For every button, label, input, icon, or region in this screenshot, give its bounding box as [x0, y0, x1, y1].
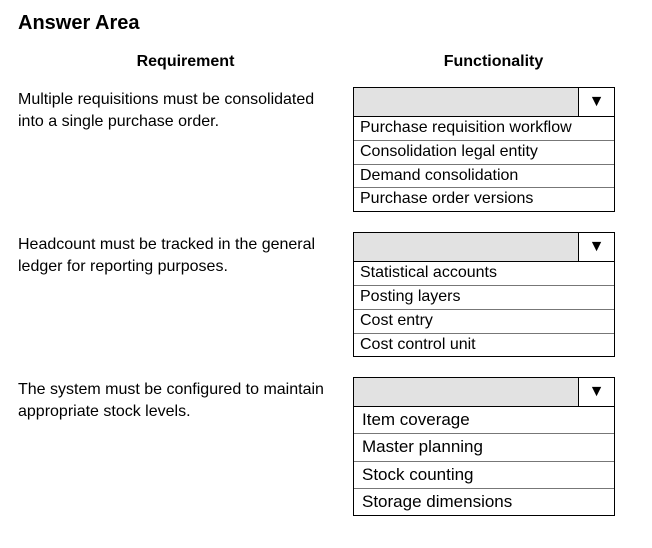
requirement-text: The system must be configured to maintai… [18, 377, 353, 422]
dropdown-select[interactable]: ▼ [353, 232, 615, 262]
requirement-text: Headcount must be tracked in the general… [18, 232, 353, 277]
dropdown-option[interactable]: Cost entry [354, 310, 614, 334]
dropdown-option[interactable]: Stock counting [354, 462, 614, 489]
dropdown-select[interactable]: ▼ [353, 377, 615, 407]
dropdown-select[interactable]: ▼ [353, 87, 615, 117]
functionality-block: ▼ Statistical accounts Posting layers Co… [353, 232, 615, 357]
header-functionality: Functionality [353, 53, 634, 71]
dropdown-value [354, 233, 578, 261]
dropdown-option[interactable]: Purchase order versions [354, 188, 614, 211]
chevron-down-icon: ▼ [578, 88, 614, 116]
dropdown-option[interactable]: Consolidation legal entity [354, 141, 614, 165]
dropdown-options: Statistical accounts Posting layers Cost… [353, 262, 615, 357]
qa-row: Multiple requisitions must be consolidat… [18, 87, 634, 212]
qa-row: Headcount must be tracked in the general… [18, 232, 634, 357]
dropdown-value [354, 88, 578, 116]
functionality-block: ▼ Item coverage Master planning Stock co… [353, 377, 615, 515]
chevron-down-icon: ▼ [578, 233, 614, 261]
dropdown-options: Item coverage Master planning Stock coun… [353, 407, 615, 515]
header-requirement: Requirement [18, 53, 353, 71]
dropdown-option[interactable]: Demand consolidation [354, 165, 614, 189]
requirement-text: Multiple requisitions must be consolidat… [18, 87, 353, 132]
dropdown-option[interactable]: Storage dimensions [354, 489, 614, 515]
dropdown-value [354, 378, 578, 406]
functionality-block: ▼ Purchase requisition workflow Consolid… [353, 87, 615, 212]
dropdown-option[interactable]: Posting layers [354, 286, 614, 310]
page-title: Answer Area [18, 12, 634, 35]
chevron-down-icon: ▼ [578, 378, 614, 406]
dropdown-option[interactable]: Item coverage [354, 407, 614, 434]
dropdown-option[interactable]: Cost control unit [354, 334, 614, 357]
dropdown-option[interactable]: Master planning [354, 434, 614, 461]
dropdown-options: Purchase requisition workflow Consolidat… [353, 117, 615, 212]
dropdown-option[interactable]: Statistical accounts [354, 262, 614, 286]
qa-row: The system must be configured to maintai… [18, 377, 634, 515]
dropdown-option[interactable]: Purchase requisition workflow [354, 117, 614, 141]
column-headers: Requirement Functionality [18, 53, 634, 71]
